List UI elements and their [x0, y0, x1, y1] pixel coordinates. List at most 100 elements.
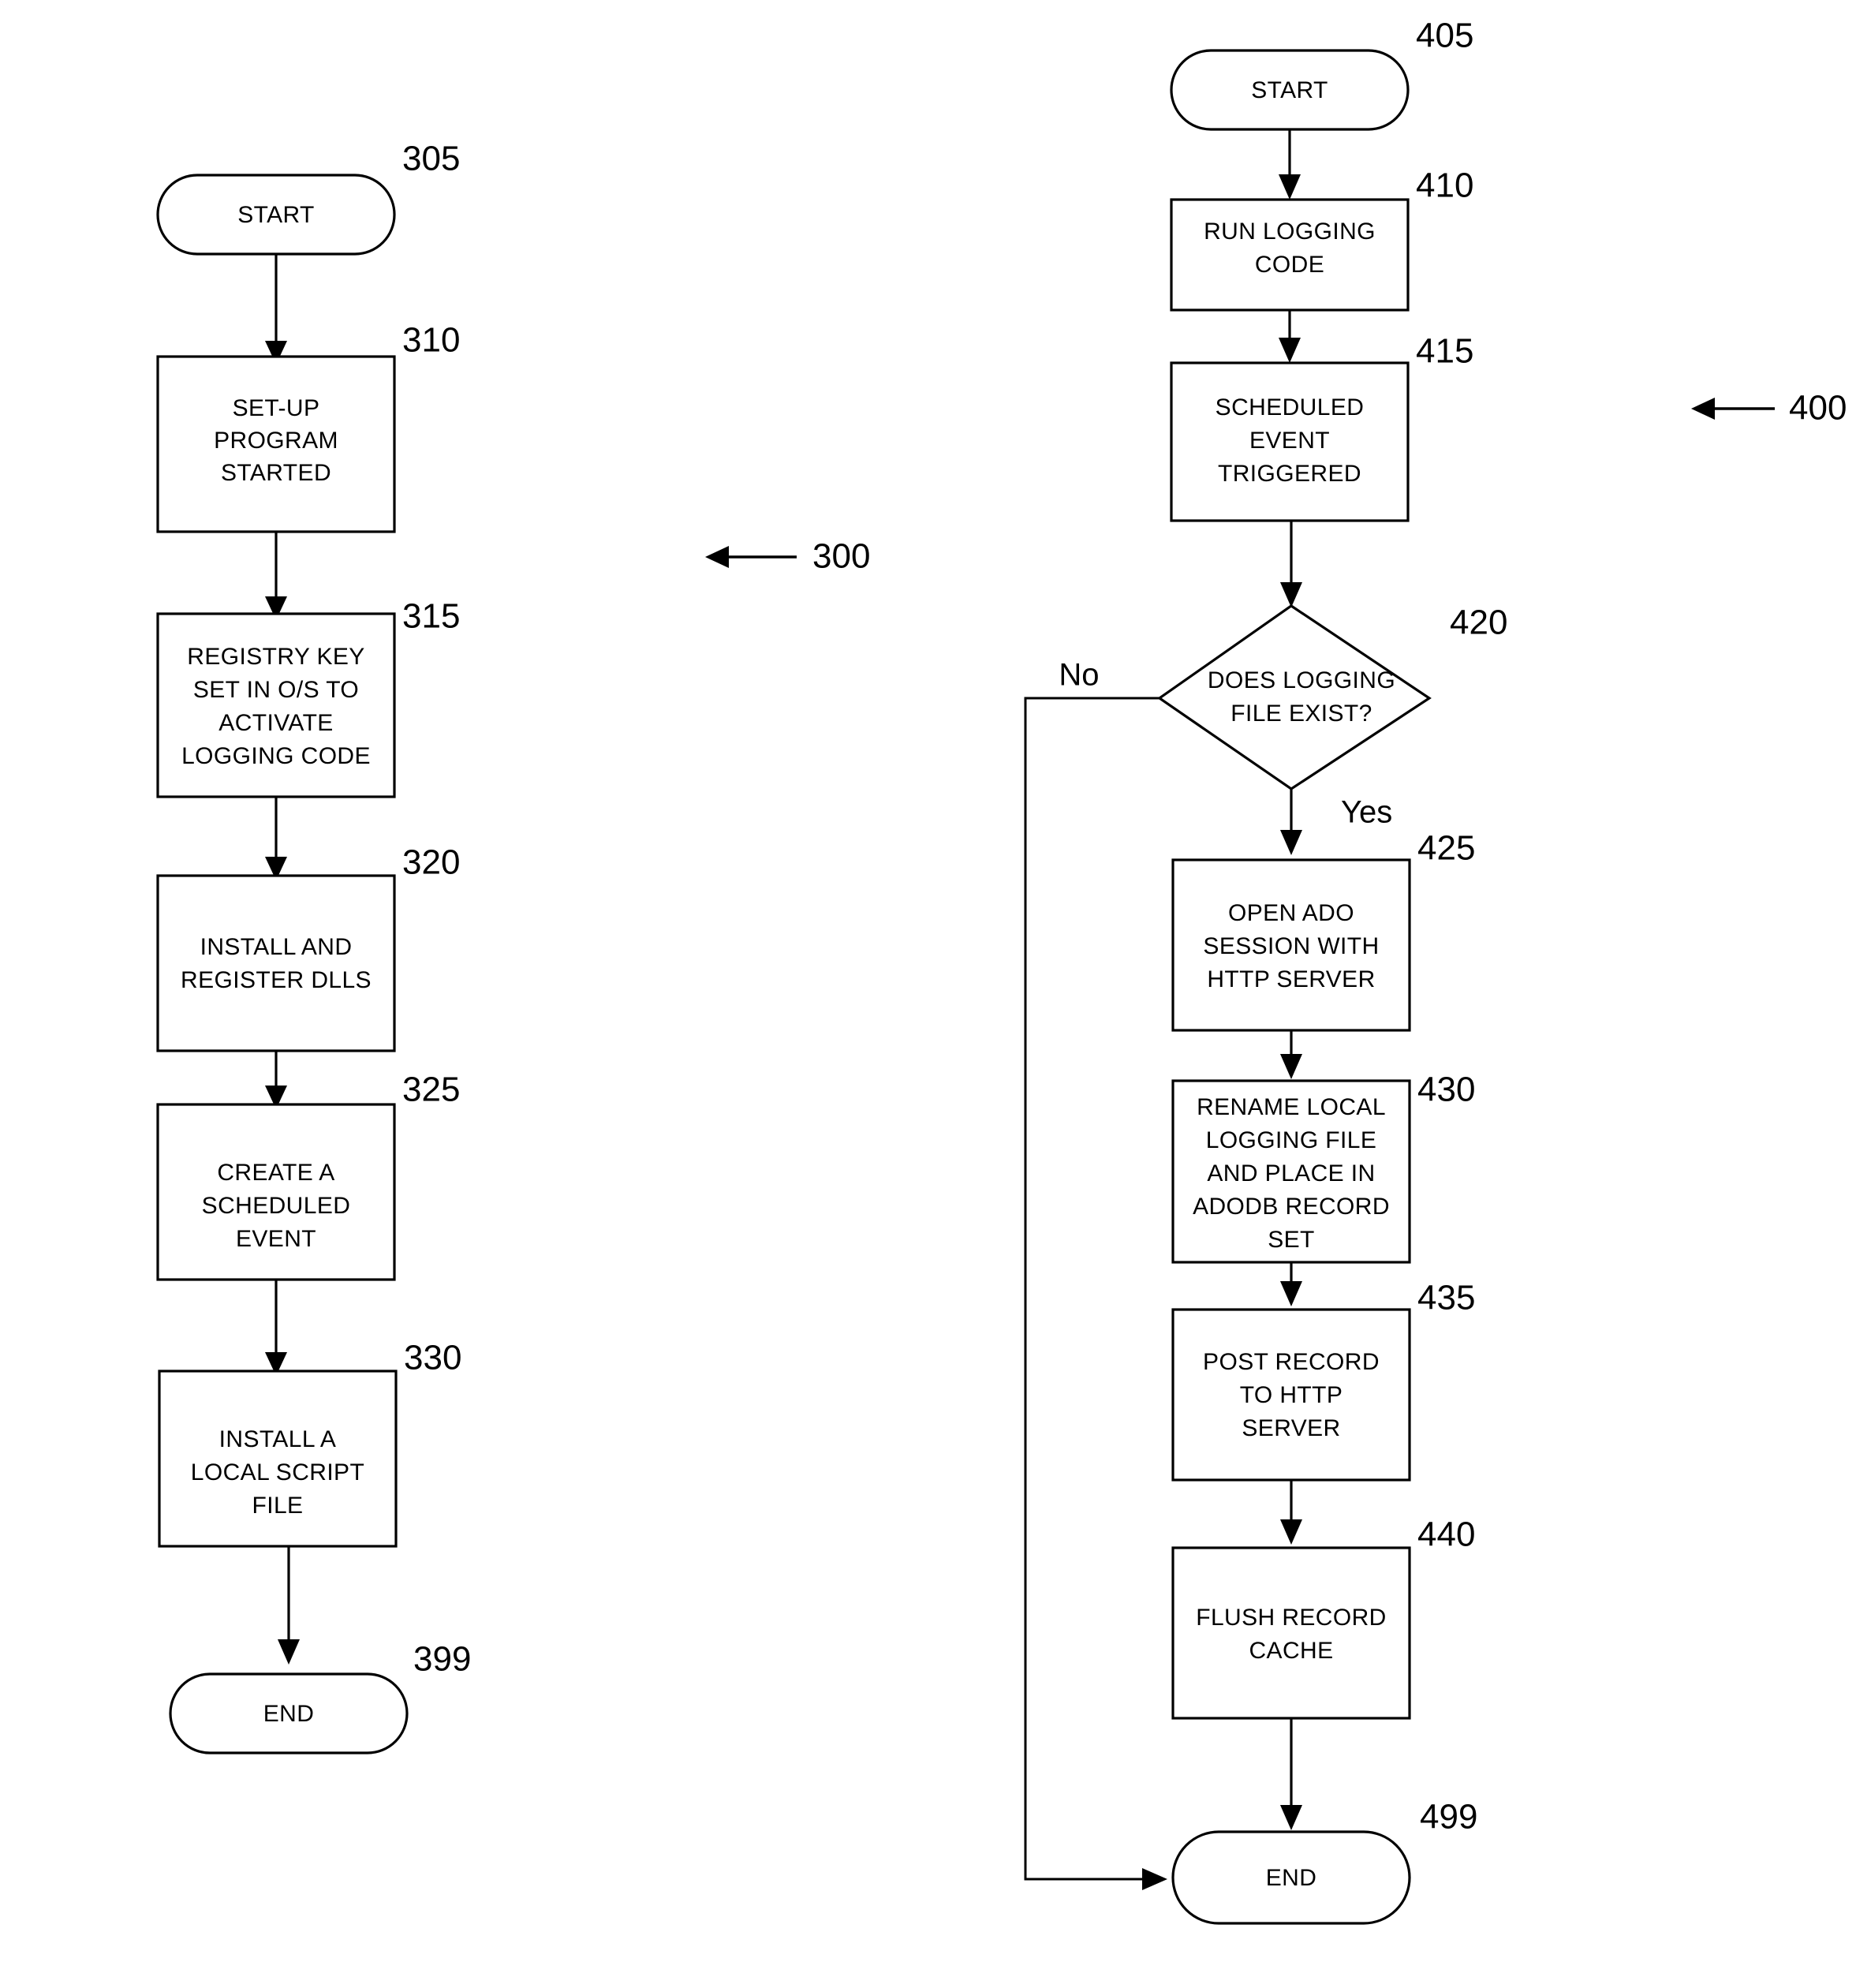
node-325-line-1: CREATE A: [217, 1160, 334, 1186]
ref-number-305: 305: [402, 140, 460, 178]
node-315-line-3: ACTIVATE: [218, 710, 333, 736]
ref-number-410: 410: [1416, 166, 1473, 205]
node-315-line-2: SET IN O/S TO: [193, 677, 359, 703]
node-440-line-1: FLUSH RECORD: [1196, 1605, 1387, 1631]
process-shape-440: [1171, 1546, 1411, 1720]
flowchart-300: START 305 SET-UP PROGRAM STARTED 310 REG…: [156, 140, 870, 1754]
node-430-line-2: LOGGING FILE: [1206, 1127, 1377, 1153]
connector-no-branch: [1024, 697, 1167, 1890]
connector-305-310: [265, 254, 287, 364]
ref-number-425: 425: [1417, 829, 1475, 868]
node-405-label: START: [1251, 77, 1328, 103]
node-315-process: REGISTRY KEY SET IN O/S TO ACTIVATE LOGG…: [156, 612, 396, 798]
ref-number-315: 315: [402, 597, 460, 636]
node-305-start: START: [156, 174, 396, 256]
node-410-line-2: CODE: [1255, 252, 1324, 278]
ref-number-499: 499: [1420, 1798, 1477, 1837]
node-410-line-1: RUN LOGGING: [1204, 219, 1376, 245]
connector-325-330: [265, 1280, 287, 1376]
node-315-line-1: REGISTRY KEY: [187, 644, 364, 670]
node-499-label: END: [1266, 1865, 1317, 1891]
node-399-label: END: [263, 1701, 315, 1727]
ref-number-330: 330: [404, 1339, 461, 1377]
node-330-line-1: INSTALL A: [219, 1426, 337, 1452]
flowchart-diagram: START 305 SET-UP PROGRAM STARTED 310 REG…: [156, 17, 1847, 1925]
flowchart-400: START 405 RUN LOGGING CODE 410 SCHEDULED…: [1024, 17, 1847, 1925]
ref-number-310: 310: [402, 321, 460, 360]
node-430-process: RENAME LOCAL LOGGING FILE AND PLACE IN A…: [1171, 1079, 1411, 1264]
node-499-end: END: [1171, 1830, 1411, 1925]
node-430-line-3: AND PLACE IN: [1207, 1160, 1375, 1186]
node-430-line-1: RENAME LOCAL: [1197, 1094, 1386, 1120]
connector-425-430: [1280, 1030, 1302, 1079]
node-420-line-2: FILE EXIST?: [1230, 701, 1372, 727]
node-435-process: POST RECORD TO HTTP SERVER: [1171, 1308, 1411, 1482]
node-415-line-3: TRIGGERED: [1218, 461, 1361, 487]
node-435-line-2: TO HTTP: [1240, 1382, 1343, 1408]
node-399-end: END: [169, 1672, 409, 1754]
process-shape-320: [156, 874, 396, 1052]
node-440-process: FLUSH RECORD CACHE: [1171, 1546, 1411, 1720]
ref-number-415: 415: [1416, 332, 1473, 371]
connector-320-325: [265, 1051, 287, 1109]
ref-number-405: 405: [1416, 17, 1473, 55]
ref-number-325: 325: [402, 1071, 460, 1109]
connector-435-440: [1280, 1480, 1302, 1545]
figure-ref-label-400: 400: [1789, 389, 1847, 428]
node-425-process: OPEN ADO SESSION WITH HTTP SERVER: [1171, 858, 1411, 1032]
patent-figure-canvas: START 305 SET-UP PROGRAM STARTED 310 REG…: [0, 0, 1856, 1988]
process-shape-315: [156, 612, 396, 798]
figure-reference-400: 400: [1691, 389, 1847, 428]
node-315-line-4: LOGGING CODE: [181, 743, 371, 769]
node-330-line-2: LOCAL SCRIPT: [191, 1459, 364, 1485]
ref-number-430: 430: [1417, 1071, 1475, 1109]
decision-shape-420: [1157, 604, 1432, 790]
connector-330-399: [278, 1546, 300, 1665]
connector-430-435: [1280, 1262, 1302, 1306]
connector-420-425: [1280, 789, 1302, 855]
ref-number-399: 399: [413, 1640, 471, 1679]
ref-number-320: 320: [402, 843, 460, 882]
connector-315-320: [265, 797, 287, 880]
node-425-line-3: HTTP SERVER: [1207, 966, 1375, 992]
connector-410-415: [1279, 310, 1301, 363]
node-425-line-2: SESSION WITH: [1203, 933, 1379, 959]
node-325-line-2: SCHEDULED: [202, 1193, 351, 1219]
figure-reference-300: 300: [705, 537, 870, 576]
node-440-line-2: CACHE: [1249, 1638, 1333, 1664]
node-310-line-2: PROGRAM: [214, 428, 338, 454]
connector-415-420: [1280, 521, 1302, 607]
node-435-line-3: SERVER: [1242, 1415, 1340, 1441]
node-310-process: SET-UP PROGRAM STARTED: [156, 355, 396, 533]
node-325-process: CREATE A SCHEDULED EVENT: [156, 1103, 396, 1281]
figure-ref-label-300: 300: [812, 537, 870, 576]
node-430-line-4: ADODB RECORD: [1193, 1194, 1390, 1220]
connector-310-315: [265, 532, 287, 620]
node-435-line-1: POST RECORD: [1203, 1349, 1380, 1375]
node-415-line-2: EVENT: [1249, 428, 1330, 454]
node-425-line-1: OPEN ADO: [1228, 900, 1354, 926]
node-405-start: START: [1170, 49, 1410, 131]
connector-440-499: [1280, 1718, 1302, 1830]
ref-number-420: 420: [1450, 604, 1507, 642]
node-325-line-3: EVENT: [236, 1226, 316, 1252]
node-330-process: INSTALL A LOCAL SCRIPT FILE: [158, 1370, 398, 1548]
connector-405-410: [1279, 129, 1301, 200]
node-320-line-1: INSTALL AND: [200, 934, 353, 960]
node-420-decision: DOES LOGGING FILE EXIST?: [1157, 604, 1432, 790]
node-420-line-1: DOES LOGGING: [1208, 667, 1395, 693]
ref-number-440: 440: [1417, 1515, 1475, 1554]
node-430-line-5: SET: [1268, 1227, 1315, 1253]
node-330-line-3: FILE: [252, 1493, 304, 1519]
node-410-process: RUN LOGGING CODE: [1170, 198, 1410, 312]
node-415-process: SCHEDULED EVENT TRIGGERED: [1170, 361, 1410, 522]
node-305-label: START: [237, 202, 315, 228]
ref-number-435: 435: [1417, 1279, 1475, 1317]
branch-label-no: No: [1059, 658, 1099, 693]
branch-label-yes: Yes: [1341, 795, 1392, 830]
node-320-process: INSTALL AND REGISTER DLLS: [156, 874, 396, 1052]
node-415-line-1: SCHEDULED: [1216, 394, 1365, 420]
node-310-line-3: STARTED: [221, 460, 331, 486]
node-320-line-2: REGISTER DLLS: [181, 967, 372, 993]
node-310-line-1: SET-UP: [233, 395, 320, 421]
